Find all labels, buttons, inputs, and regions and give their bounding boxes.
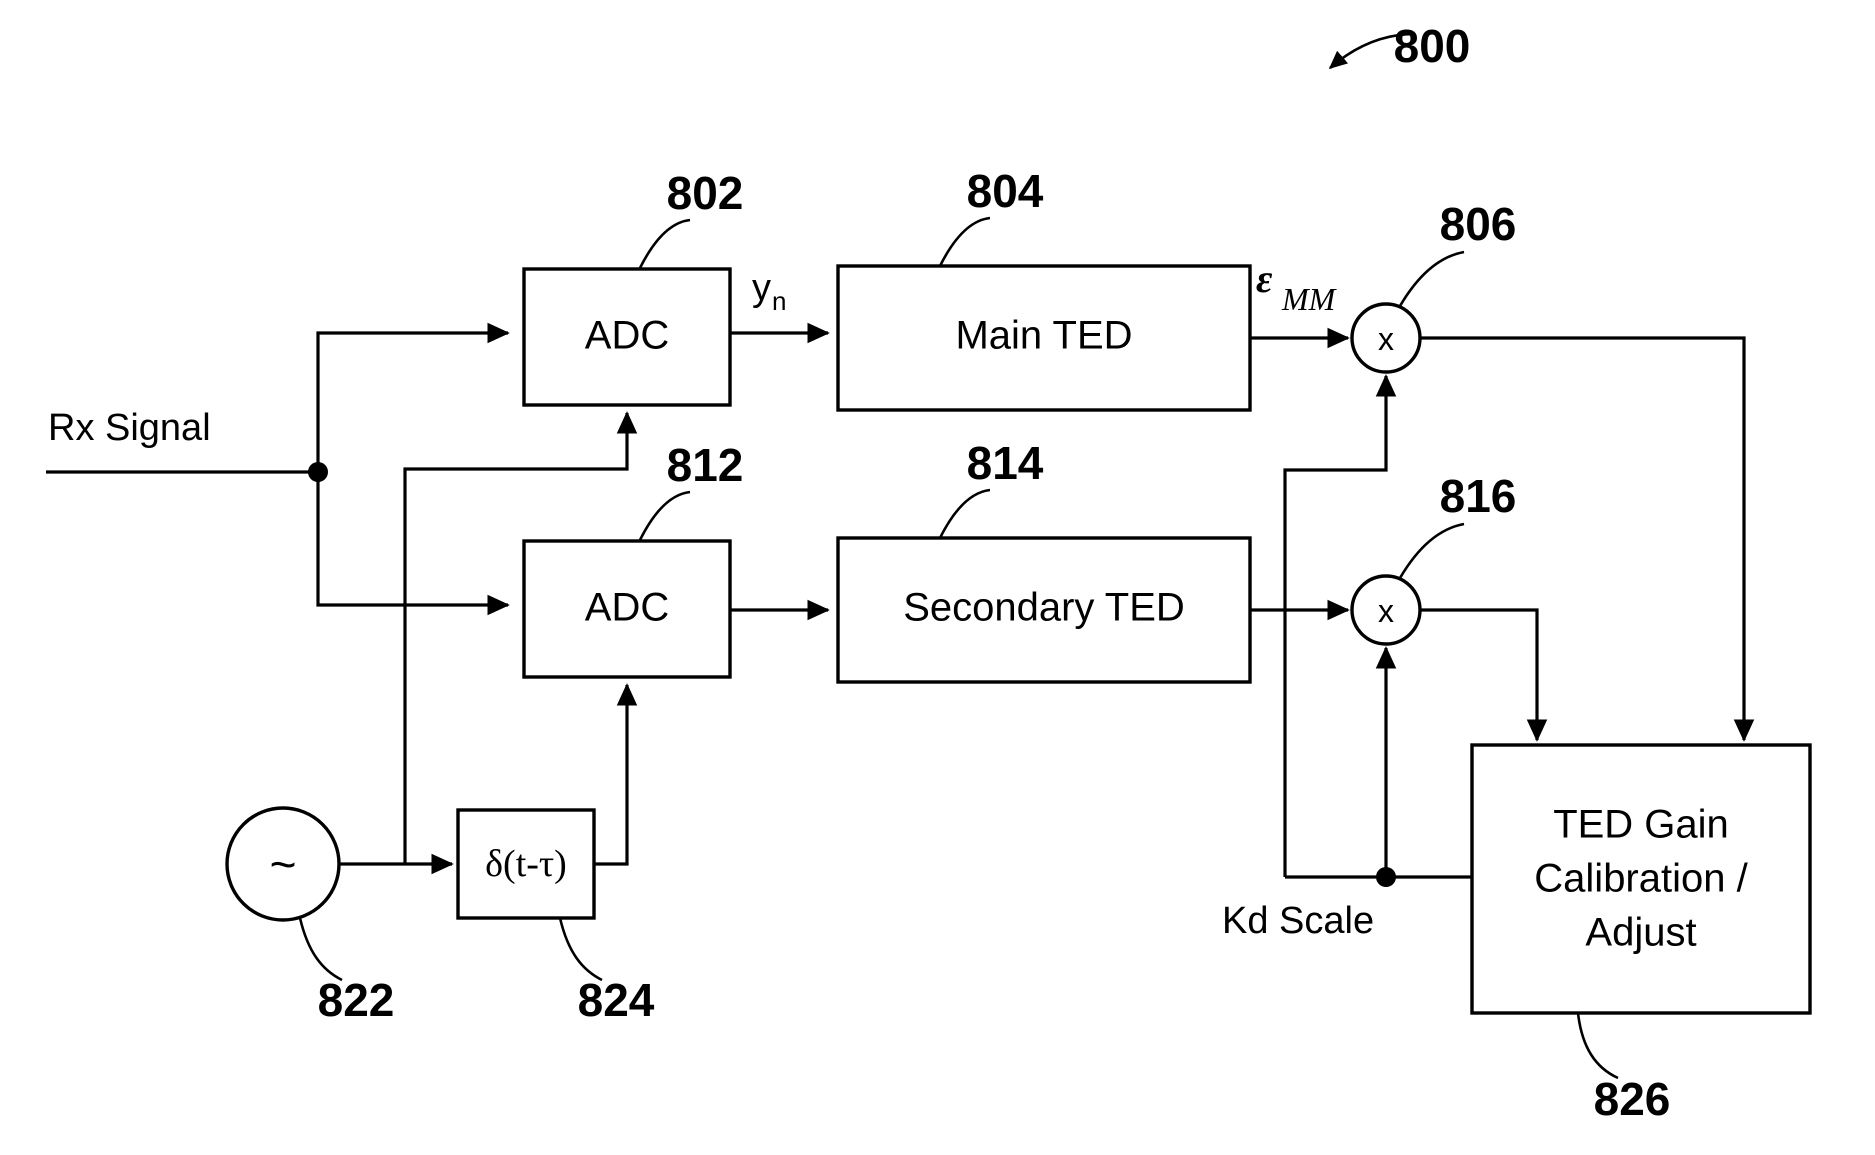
- ref-826-label: 826: [1594, 1073, 1671, 1125]
- rx-signal-label: Rx Signal: [48, 407, 211, 449]
- ref-812-label: 812: [667, 439, 744, 491]
- ref-822: 822: [298, 917, 395, 1026]
- ref-816: 816: [1398, 470, 1517, 579]
- block-diagram: 800 Rx Signal ADC 802 y n Main TED 804 ε…: [46, 20, 1812, 1125]
- block-ted-gain-line1: TED Gain: [1553, 803, 1729, 847]
- multiplier-806[interactable]: x: [1350, 302, 1422, 374]
- block-adc-802[interactable]: ADC: [522, 267, 732, 407]
- figure-ref-800: 800: [1328, 20, 1471, 72]
- mult806-output-wire: [1420, 336, 1755, 742]
- ref-824-label: 824: [578, 974, 655, 1026]
- patent-figure-canvas: 800 Rx Signal ADC 802 y n Main TED 804 ε…: [0, 0, 1875, 1155]
- block-adc-812[interactable]: ADC: [522, 539, 732, 679]
- oscillator-822-glyph: ~: [270, 838, 297, 890]
- ref-814-label: 814: [967, 437, 1044, 489]
- eps-mm-label: ε MM: [1256, 256, 1338, 317]
- multiplier-806-glyph: x: [1378, 321, 1394, 357]
- figure-ref-label: 800: [1394, 20, 1471, 72]
- block-ted-gain-line3: Adjust: [1585, 911, 1696, 955]
- yn-main-label: y: [752, 267, 771, 309]
- block-secondary-ted-814[interactable]: Secondary TED: [836, 536, 1252, 684]
- ref-806-label: 806: [1440, 198, 1517, 250]
- block-ted-gain-line2: Calibration /: [1534, 857, 1748, 901]
- yn-sub-label: n: [772, 286, 786, 316]
- block-ted-gain-calibration-826[interactable]: TED Gain Calibration / Adjust: [1470, 743, 1812, 1015]
- yn-label: y n: [752, 267, 786, 316]
- ref-816-label: 816: [1440, 470, 1517, 522]
- block-delay-824[interactable]: δ(t-τ): [456, 808, 596, 920]
- ref-806: 806: [1398, 198, 1517, 307]
- multiplier-816-glyph: x: [1378, 593, 1394, 629]
- kd-scale-label: Kd Scale: [1222, 900, 1374, 942]
- block-main-ted-804-label: Main TED: [955, 314, 1132, 358]
- mult816-output-wire: [1420, 608, 1548, 742]
- ref-802-label: 802: [667, 167, 744, 219]
- multiplier-816[interactable]: x: [1350, 574, 1422, 646]
- block-adc-812-label: ADC: [585, 586, 669, 630]
- ref-822-label: 822: [318, 974, 395, 1026]
- delay-output-wire: [594, 683, 638, 866]
- ref-812: 812: [638, 439, 744, 541]
- ref-804-label: 804: [967, 165, 1044, 217]
- block-main-ted-804[interactable]: Main TED: [836, 264, 1252, 412]
- block-delay-824-label: δ(t-τ): [485, 843, 567, 885]
- block-adc-802-label: ADC: [585, 314, 669, 358]
- eps-sub-label: MM: [1281, 281, 1338, 317]
- ref-826: 826: [1576, 1012, 1671, 1125]
- ref-814: 814: [938, 437, 1044, 539]
- oscillator-822[interactable]: ~: [225, 806, 341, 922]
- ref-804: 804: [938, 165, 1044, 267]
- eps-main-label: ε: [1256, 256, 1273, 301]
- ref-802: 802: [638, 167, 744, 269]
- block-secondary-ted-814-label: Secondary TED: [903, 586, 1185, 630]
- ref-824: 824: [558, 917, 655, 1026]
